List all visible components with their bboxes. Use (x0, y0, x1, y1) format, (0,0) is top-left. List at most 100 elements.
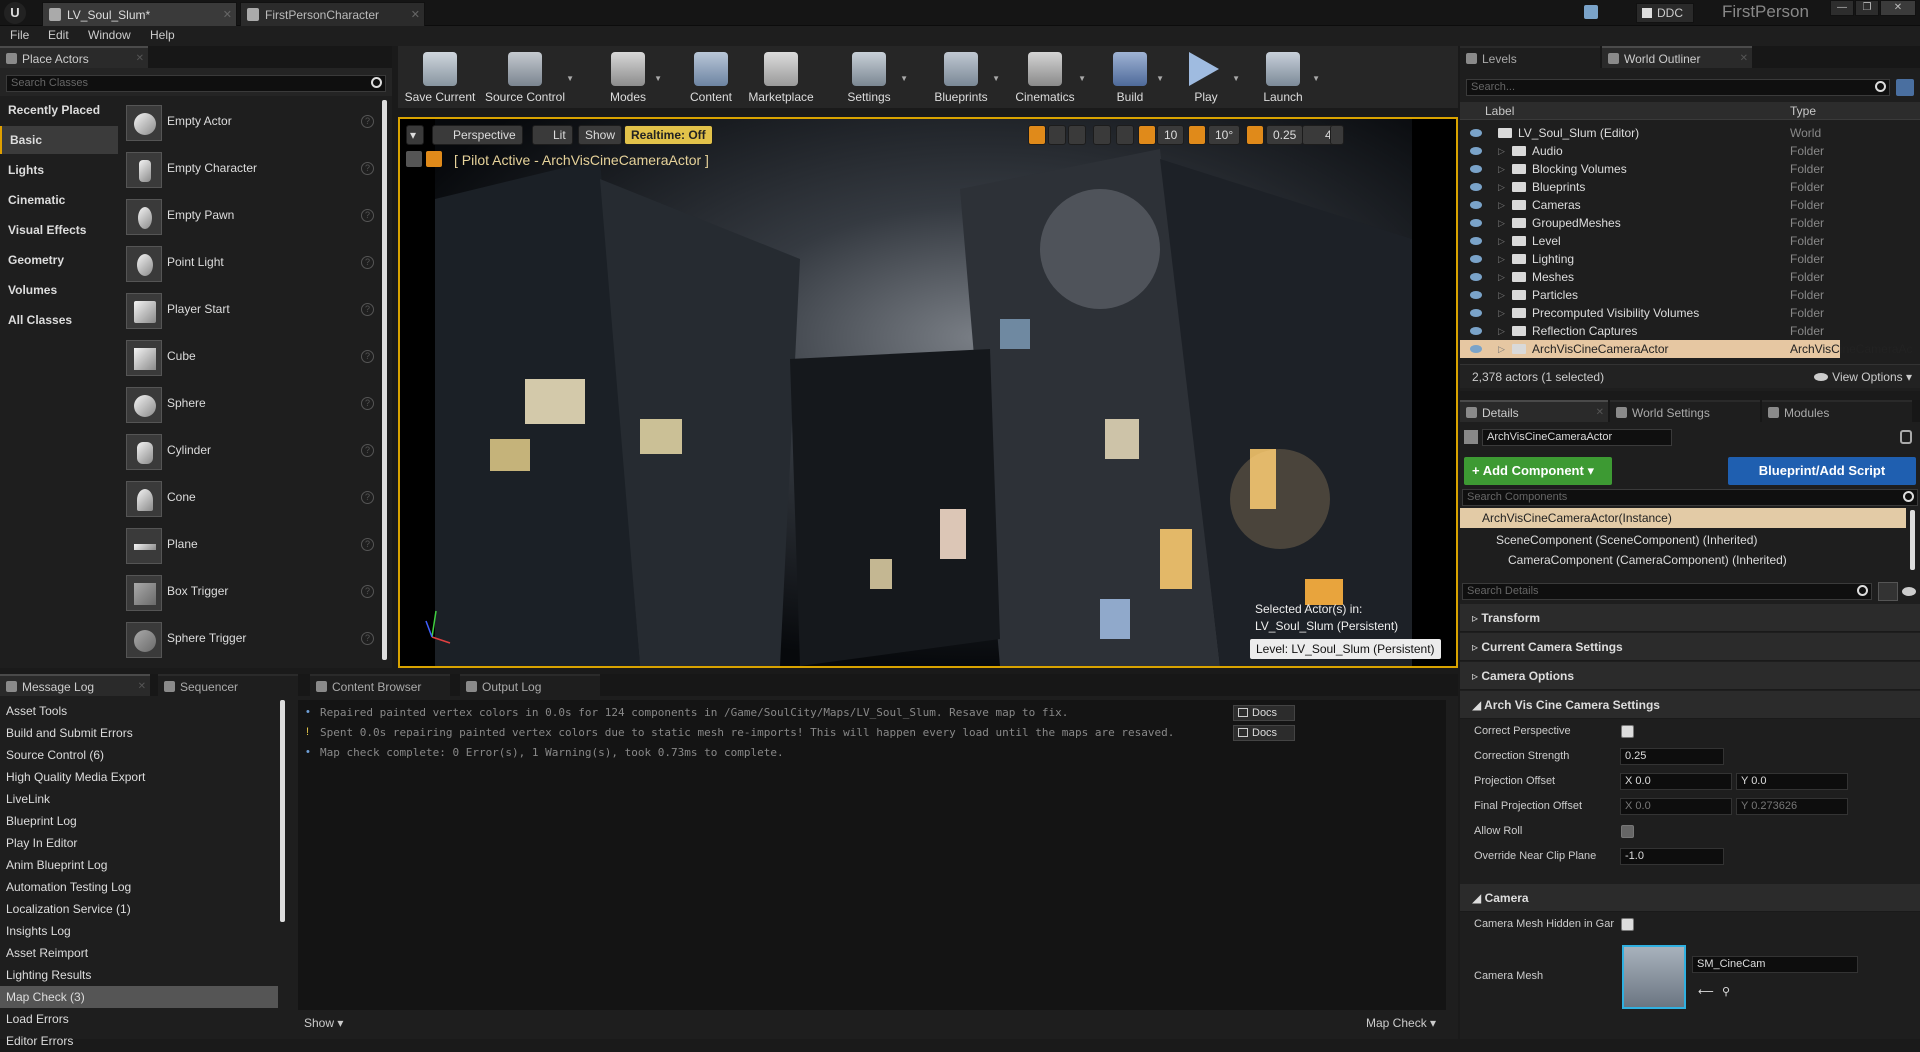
lit-dropdown[interactable]: Lit (532, 125, 573, 145)
actor-cube[interactable]: Cube? (122, 335, 380, 380)
log-category-item[interactable]: Map Check (3) (0, 986, 278, 1008)
category-basic[interactable]: Basic (0, 126, 118, 154)
surface-snap-icon[interactable] (1116, 125, 1134, 145)
camera-component-row[interactable]: CameraComponent (CameraComponent) (Inher… (1508, 550, 1787, 570)
settings-button[interactable]: Settings ▼ (836, 46, 908, 108)
tab-content-browser[interactable]: Content Browser (310, 674, 450, 696)
visibility-eye-icon[interactable] (1470, 345, 1482, 353)
override-near-clip-input[interactable]: -1.0 (1620, 848, 1724, 865)
docs-button[interactable]: Docs (1233, 705, 1295, 721)
menu-file[interactable]: File (10, 28, 29, 42)
scale-snap-value[interactable]: 0.25 (1266, 125, 1304, 145)
actor-empty-character[interactable]: Empty Character? (122, 147, 380, 192)
outliner-row[interactable]: ▷ Precomputed Visibility Volumes Folder (1460, 304, 1840, 322)
search-details-input[interactable]: Search Details (1462, 583, 1872, 600)
source-control-button[interactable]: Source Control ▼ (482, 46, 574, 108)
log-category-item[interactable]: Anim Blueprint Log (0, 854, 278, 876)
eye-icon[interactable] (1902, 587, 1916, 596)
outliner-row[interactable]: ▷ Level Folder (1460, 232, 1840, 250)
visibility-eye-icon[interactable] (1470, 201, 1482, 209)
modes-button[interactable]: Modes ▼ (598, 46, 662, 108)
property-matrix-icon[interactable] (1878, 582, 1898, 601)
visibility-eye-icon[interactable] (1470, 291, 1482, 299)
correction-strength-input[interactable]: 0.25 (1620, 748, 1724, 765)
projection-offset-y[interactable]: Y 0.0 (1736, 773, 1848, 790)
minimize-button[interactable]: — (1830, 0, 1854, 16)
camera-mesh-hidden-checkbox[interactable] (1621, 918, 1634, 931)
visibility-eye-icon[interactable] (1470, 165, 1482, 173)
outliner-row[interactable]: ▷ Reflection Captures Folder (1460, 322, 1840, 340)
outliner-row[interactable]: ▷ ArchVisCineCameraActor ArchVisCineCamera… (1460, 340, 1913, 358)
help-icon[interactable]: ? (361, 303, 374, 316)
log-category-item[interactable]: Blueprint Log (0, 810, 278, 832)
help-icon[interactable]: ? (361, 397, 374, 410)
tab-levels[interactable]: Levels (1460, 46, 1600, 68)
search-classes-input[interactable]: Search Classes (6, 75, 386, 92)
menu-help[interactable]: Help (150, 28, 175, 42)
tab-modules[interactable]: Modules (1762, 400, 1912, 422)
log-category-item[interactable]: Asset Reimport (0, 942, 278, 964)
world-local-icon[interactable] (1093, 125, 1111, 145)
outliner-world-row[interactable]: LV_Soul_Slum (Editor) World (1460, 124, 1840, 142)
scrollbar[interactable] (1910, 510, 1915, 570)
outliner-row[interactable]: ▷ Meshes Folder (1460, 268, 1840, 286)
actor-empty-actor[interactable]: Empty Actor? (122, 100, 380, 145)
actor-plane[interactable]: Plane? (122, 523, 380, 568)
visibility-eye-icon[interactable] (1470, 219, 1482, 227)
launch-button[interactable]: Launch ▼ (1256, 46, 1320, 108)
grid-snap-icon[interactable] (1138, 125, 1156, 145)
instance-row[interactable]: ArchVisCineCameraActor(Instance) (1460, 508, 1906, 528)
section-current-camera-settings[interactable]: ▹ Current Camera Settings (1460, 633, 1920, 661)
section-transform[interactable]: ▹ Transform (1460, 604, 1920, 632)
show-button[interactable]: Show ▾ (304, 1011, 343, 1035)
tab-sequencer[interactable]: Sequencer (158, 674, 298, 696)
realtime-toggle[interactable]: Realtime: Off (624, 125, 713, 145)
tab-first-person-character[interactable]: FirstPersonCharacter ✕ (240, 2, 425, 26)
docs-button[interactable]: Docs (1233, 725, 1295, 741)
help-icon[interactable]: ? (361, 162, 374, 175)
scale-snap-icon[interactable] (1246, 125, 1264, 145)
actor-cone[interactable]: Cone? (122, 476, 380, 521)
expand-arrow-icon[interactable]: ▷ (1498, 196, 1505, 214)
ddc-button[interactable]: DDC (1636, 3, 1694, 23)
translate-icon[interactable] (1028, 125, 1046, 145)
log-category-item[interactable]: Editor Errors (0, 1030, 278, 1052)
outliner-row[interactable]: ▷ Audio Folder (1460, 142, 1840, 160)
help-icon[interactable]: ? (361, 491, 374, 504)
close-window-button[interactable]: ✕ (1880, 0, 1916, 16)
visibility-eye-icon[interactable] (1470, 327, 1482, 335)
play-button[interactable]: Play ▼ (1180, 46, 1240, 108)
tab-message-log[interactable]: Message Log ✕ (0, 674, 150, 696)
level-viewport[interactable]: ▾ Perspective Lit Show Realtime: Off 10 … (398, 117, 1458, 668)
expand-arrow-icon[interactable]: ▷ (1498, 322, 1505, 340)
correct-perspective-checkbox[interactable] (1621, 725, 1634, 738)
outliner-search-input[interactable]: Search... (1466, 79, 1890, 96)
blueprint-add-script-button[interactable]: Blueprint/Add Script (1728, 457, 1916, 485)
help-icon[interactable]: ? (361, 632, 374, 645)
expand-arrow-icon[interactable]: ▷ (1498, 268, 1505, 286)
expand-arrow-icon[interactable]: ▷ (1498, 304, 1505, 322)
log-category-item[interactable]: Play In Editor (0, 832, 278, 854)
pilot-camera-icon[interactable] (426, 151, 442, 167)
browse-icon[interactable]: ⚲ (1722, 980, 1730, 1005)
camera-mesh-dropdown[interactable]: SM_CineCam (1692, 956, 1858, 973)
category-geometry[interactable]: Geometry (0, 246, 118, 274)
tab-world-outliner[interactable]: World Outliner ✕ (1602, 46, 1752, 68)
category-recently-placed[interactable]: Recently Placed (0, 96, 118, 124)
visibility-eye-icon[interactable] (1470, 129, 1482, 137)
rotation-snap-value[interactable]: 10° (1208, 125, 1241, 145)
help-icon[interactable]: ? (361, 209, 374, 222)
actor-sphere[interactable]: Sphere? (122, 382, 380, 427)
section-camera[interactable]: ◢ Camera (1460, 884, 1920, 912)
actor-point-light[interactable]: Point Light? (122, 241, 380, 286)
view-options-button[interactable]: View Options ▾ (1814, 370, 1912, 384)
close-icon[interactable]: ✕ (136, 48, 144, 70)
category-cinematic[interactable]: Cinematic (0, 186, 118, 214)
search-components-input[interactable]: Search Components (1462, 489, 1918, 506)
lock-icon[interactable] (1900, 430, 1912, 444)
scrollbar[interactable] (382, 100, 387, 660)
eject-pilot-icon[interactable] (406, 151, 422, 167)
tab-lv-soul-slum[interactable]: LV_Soul_Slum* ✕ (42, 2, 237, 26)
maximize-viewport-icon[interactable] (1330, 125, 1344, 145)
log-category-item[interactable]: Asset Tools (0, 700, 278, 722)
